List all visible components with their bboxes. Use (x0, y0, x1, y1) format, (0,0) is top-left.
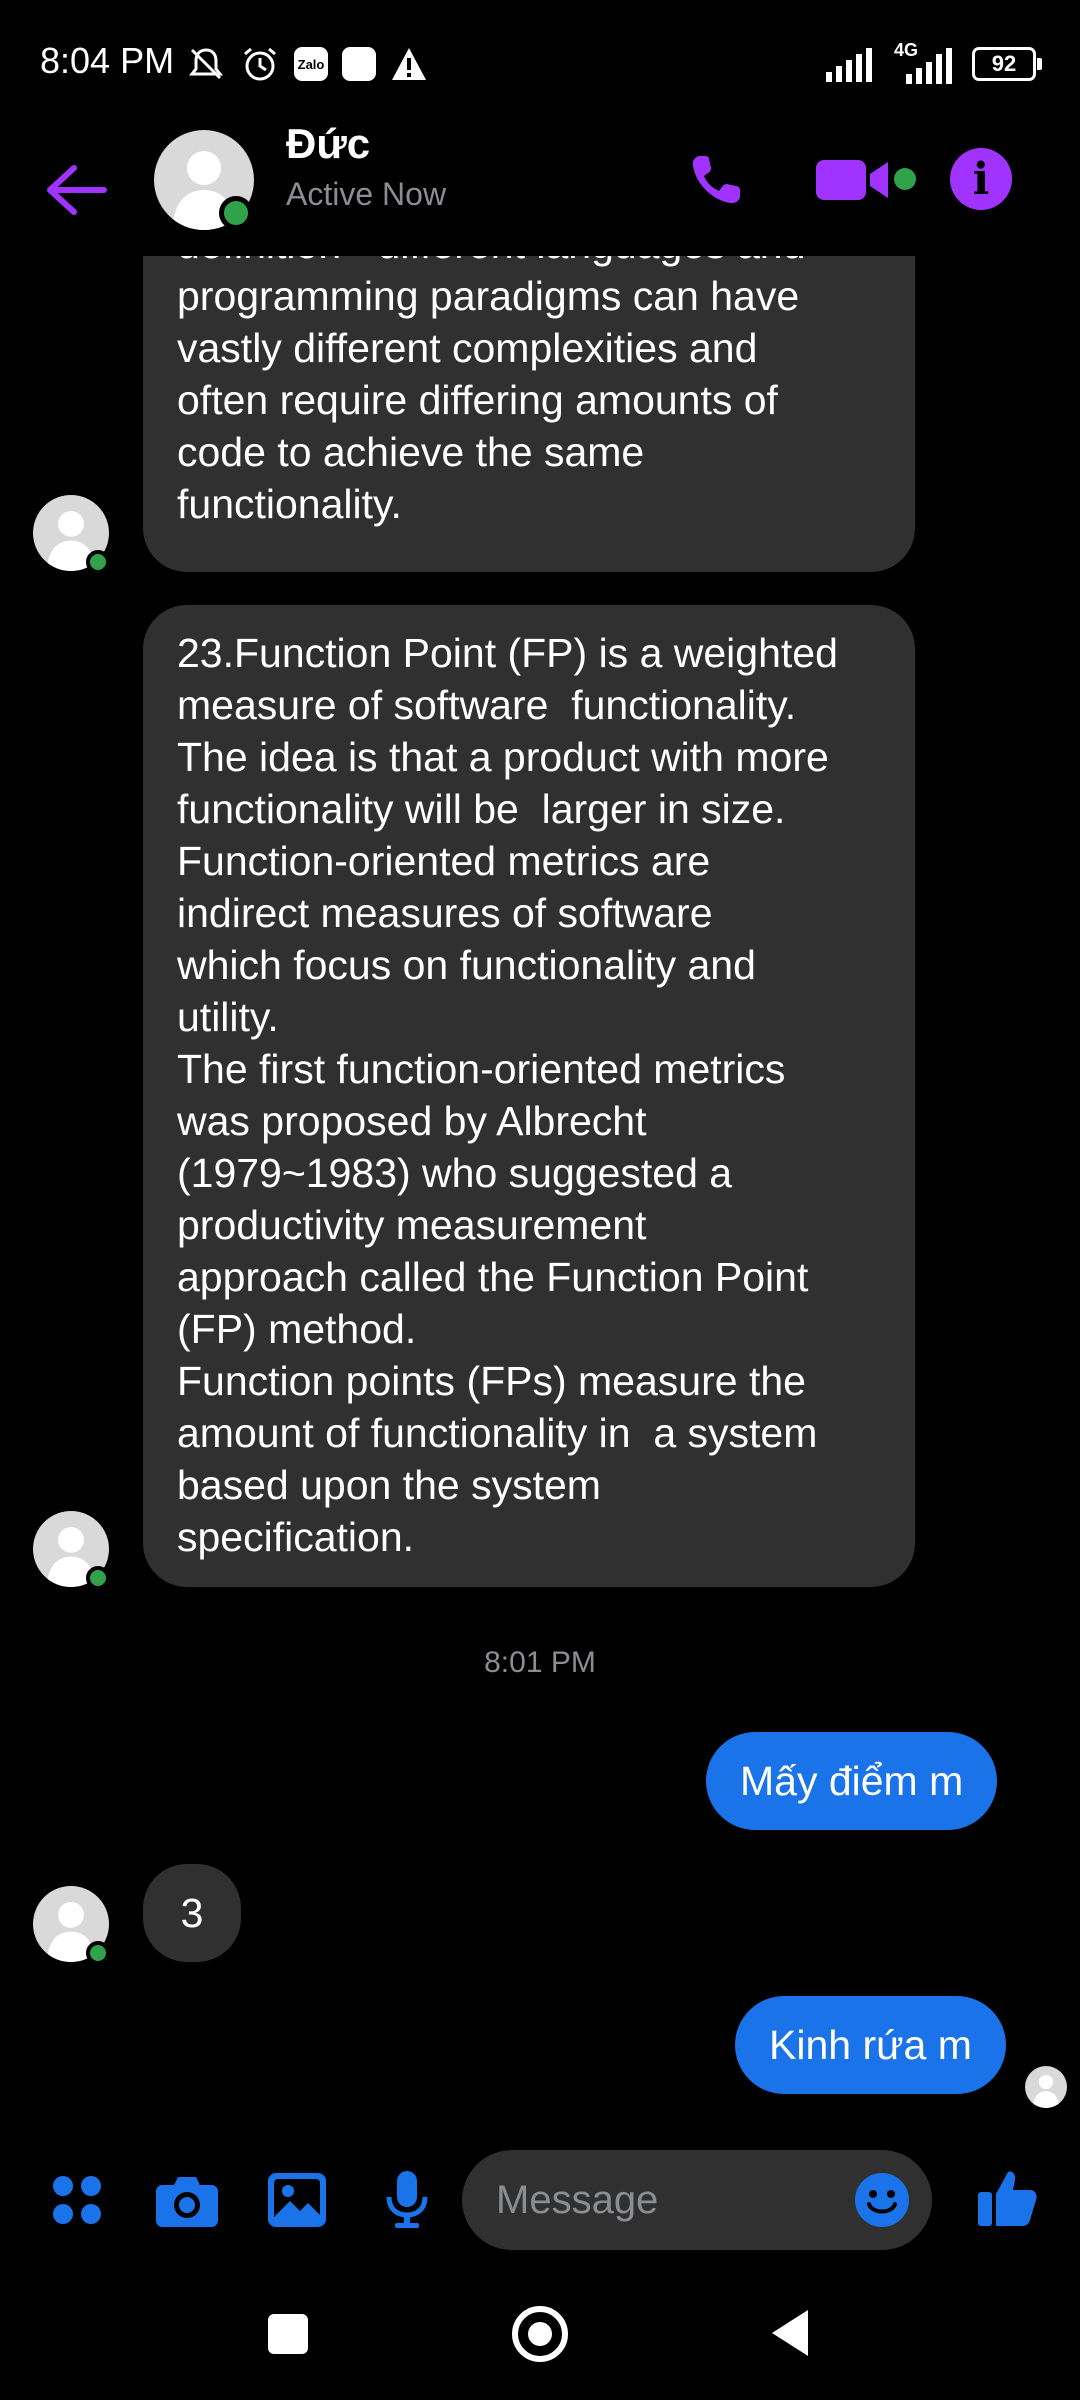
online-indicator (86, 1566, 110, 1590)
message-field[interactable] (494, 2176, 828, 2224)
notification-icon (342, 47, 376, 81)
presence-status: Active Now (286, 176, 447, 212)
menu-grid-icon[interactable] (45, 2168, 109, 2232)
online-indicator (86, 550, 110, 574)
recents-icon[interactable] (268, 2314, 308, 2354)
outgoing-message[interactable]: Kinh rứa m (735, 1996, 1006, 2094)
home-icon[interactable] (512, 2306, 568, 2362)
message-list[interactable]: definition - different languages and pro… (0, 196, 1080, 2116)
read-receipt-avatar (1025, 2066, 1067, 2108)
online-indicator (219, 196, 253, 230)
message-input[interactable] (462, 2150, 932, 2250)
camera-icon[interactable] (155, 2168, 219, 2232)
outgoing-message[interactable]: Mấy điểm m (706, 1732, 998, 1830)
status-icons-right: 4G 92 (826, 40, 1042, 88)
signal-icon (826, 48, 872, 82)
online-indicator (86, 1941, 110, 1965)
video-active-indicator (894, 168, 916, 190)
battery-icon: 92 (972, 47, 1042, 81)
emoji-icon[interactable] (854, 2172, 910, 2228)
chat-header: Đức Active Now i (0, 120, 1080, 256)
zalo-icon: Zalo (294, 47, 328, 81)
signal-4g-icon: 4G (892, 40, 958, 84)
contact-name[interactable]: Đức (286, 120, 370, 168)
microphone-icon[interactable] (375, 2168, 439, 2232)
back-icon[interactable] (768, 2308, 812, 2358)
status-icons-left: Zalo (186, 40, 428, 88)
phone-icon[interactable] (686, 150, 746, 210)
info-icon[interactable]: i (950, 148, 1012, 210)
incoming-message[interactable]: 3 (143, 1864, 241, 1962)
video-call-icon[interactable] (816, 154, 900, 206)
back-arrow-icon[interactable] (44, 164, 108, 216)
status-time: 8:04 PM (40, 40, 175, 81)
mute-icon (188, 48, 224, 80)
warning-icon (392, 48, 426, 80)
alarm-icon (244, 47, 276, 81)
gallery-icon[interactable] (265, 2168, 329, 2232)
message-timestamp: 8:01 PM (484, 1646, 596, 1679)
like-icon[interactable] (976, 2166, 1040, 2230)
person-silhouette-icon (1032, 2074, 1060, 2108)
incoming-message[interactable]: 23.Function Point (FP) is a weighted mea… (143, 605, 915, 1587)
